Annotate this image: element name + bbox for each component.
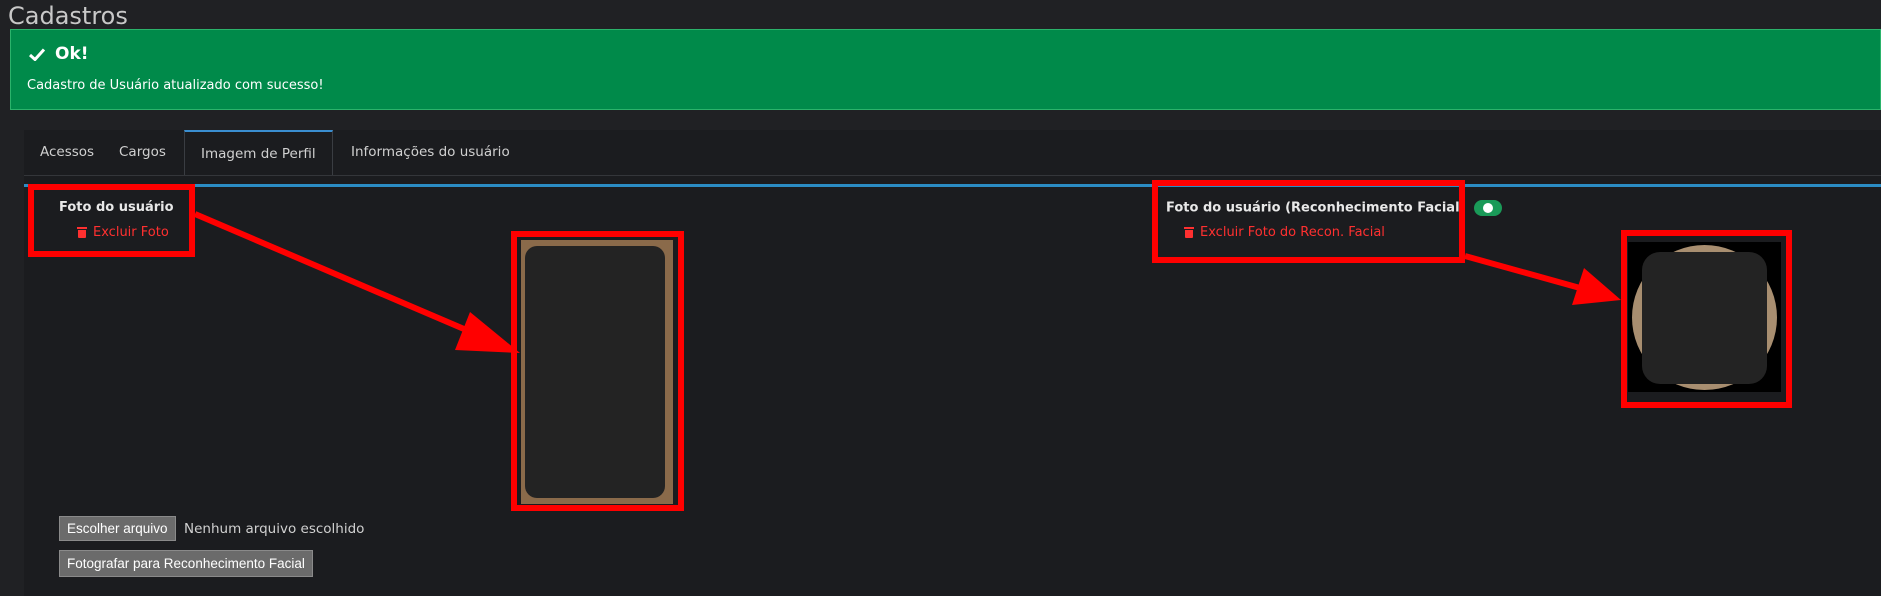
tab-acessos[interactable]: Acessos [24,130,110,175]
annotation-box-profile-photo [511,231,684,511]
page-title: Cadastros [8,2,128,30]
alert-title: Ok! [29,44,89,64]
tab-cargos[interactable]: Cargos [103,130,182,175]
annotation-box-facial-photo [1621,230,1792,408]
check-icon [29,47,45,61]
check-circle-icon [1474,200,1503,216]
alert-message: Cadastro de Usuário atualizado com suces… [27,78,324,93]
capture-facial-button[interactable]: Fotografar para Reconhecimento Facial [59,550,313,577]
alert-title-text: Ok! [55,44,89,64]
tab-imagem-de-perfil[interactable]: Imagem de Perfil [184,130,333,175]
annotation-box-profile-label [28,184,195,257]
tab-content-divider [24,184,1881,187]
tab-informacoes-do-usuario[interactable]: Informações do usuário [335,130,526,175]
tab-bar: Acessos Cargos Imagem de Perfil Informaç… [24,130,1881,176]
success-alert: Ok! Cadastro de Usuário atualizado com s… [10,29,1881,110]
file-status: Nenhum arquivo escolhido [184,521,365,537]
choose-file-button[interactable]: Escolher arquivo [59,516,176,541]
annotation-box-facial-label [1152,180,1465,263]
